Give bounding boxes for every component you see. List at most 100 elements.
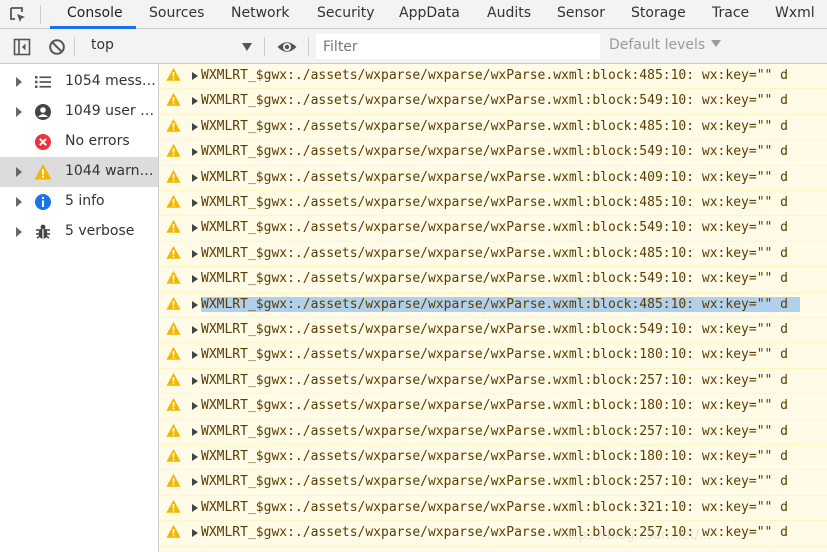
warning-icon bbox=[166, 67, 181, 81]
expand-caret-icon[interactable] bbox=[16, 107, 22, 117]
eye-icon[interactable] bbox=[276, 37, 298, 57]
expand-caret-icon[interactable] bbox=[192, 275, 198, 284]
expand-caret-icon[interactable] bbox=[192, 376, 198, 385]
tab-security[interactable]: Security bbox=[317, 0, 375, 29]
expand-caret-icon[interactable] bbox=[192, 326, 198, 334]
log-row[interactable]: WXMLRT_$gwx:./assets/wxparse/wxparse/wxP… bbox=[159, 242, 827, 268]
console-log[interactable]: WXMLRT_$gwx:./assets/wxparse/wxparse/wxP… bbox=[159, 64, 827, 552]
sidebar-item-user[interactable]: 1049 user m... bbox=[0, 97, 158, 127]
log-row[interactable]: WXMLRT_$gwx:./assets/wxparse/wxparse/wxP… bbox=[159, 64, 827, 90]
expand-caret-icon[interactable] bbox=[192, 199, 198, 207]
warning-icon bbox=[166, 423, 181, 437]
sidebar-item-warning[interactable]: 1044 warnin... bbox=[0, 157, 158, 187]
error-icon bbox=[34, 133, 52, 151]
expand-caret-icon[interactable] bbox=[16, 197, 22, 207]
console-toolbar: top Default levels bbox=[0, 29, 827, 64]
tab-wxml[interactable]: Wxml bbox=[775, 0, 815, 29]
tab-sources[interactable]: Sources bbox=[149, 0, 204, 29]
log-message: WXMLRT_$gwx:./assets/wxparse/wxparse/wxP… bbox=[201, 449, 788, 464]
sidebar-item-label: 5 info bbox=[65, 193, 105, 209]
tab-trace[interactable]: Trace bbox=[712, 0, 749, 29]
expand-caret-icon[interactable] bbox=[16, 77, 22, 87]
expand-caret-icon[interactable] bbox=[192, 72, 198, 80]
log-row[interactable]: WXMLRT_$gwx:./assets/wxparse/wxparse/wxP… bbox=[159, 191, 827, 217]
log-message: WXMLRT_$gwx:./assets/wxparse/wxparse/wxP… bbox=[201, 220, 788, 236]
tab-console[interactable]: Console bbox=[67, 0, 123, 29]
info-icon bbox=[34, 193, 52, 211]
log-row[interactable]: WXMLRT_$gwx:./assets/wxparse/wxparse/wxP… bbox=[159, 369, 827, 395]
log-levels-dropdown[interactable]: Default levels bbox=[609, 37, 722, 53]
sidebar-item-label: 5 verbose bbox=[65, 223, 135, 239]
log-message: WXMLRT_$gwx:./assets/wxparse/wxparse/wxP… bbox=[201, 271, 788, 287]
sidebar-toggle-icon[interactable] bbox=[12, 37, 32, 57]
log-message: WXMLRT_$gwx:./assets/wxparse/wxparse/wxP… bbox=[201, 144, 788, 160]
log-row[interactable]: WXMLRT_$gwx:./assets/wxparse/wxparse/wxP… bbox=[159, 293, 827, 318]
log-row[interactable]: WXMLRT_$gwx:./assets/wxparse/wxparse/wxP… bbox=[159, 140, 827, 166]
bug-icon bbox=[34, 223, 52, 241]
expand-caret-icon[interactable] bbox=[16, 167, 22, 177]
sidebar-item-error[interactable]: No errors bbox=[0, 127, 158, 157]
log-message: WXMLRT_$gwx:./assets/wxparse/wxparse/wxP… bbox=[201, 93, 788, 109]
log-row[interactable]: WXMLRT_$gwx:./assets/wxparse/wxparse/wxP… bbox=[159, 267, 827, 293]
sidebar-item-bug[interactable]: 5 verbose bbox=[0, 217, 158, 247]
warning-icon bbox=[166, 245, 181, 259]
log-row[interactable]: WXMLRT_$gwx:./assets/wxparse/wxparse/wxP… bbox=[159, 166, 827, 191]
tab-sensor[interactable]: Sensor bbox=[557, 0, 605, 29]
expand-caret-icon[interactable] bbox=[192, 148, 198, 157]
expand-caret-icon[interactable] bbox=[192, 453, 198, 461]
tab-network[interactable]: Network bbox=[231, 0, 289, 29]
devtools-tab-bar: Console Sources Network Security AppData Audi… bbox=[0, 0, 827, 29]
log-row[interactable]: WXMLRT_$gwx:./assets/wxparse/wxparse/wxP… bbox=[159, 343, 827, 369]
warning-icon bbox=[166, 169, 181, 183]
log-row[interactable]: WXMLRT_$gwx:./assets/wxparse/wxparse/wxP… bbox=[159, 470, 827, 496]
context-selector[interactable]: top bbox=[82, 33, 258, 60]
log-row[interactable]: WXMLRT_$gwx:./assets/wxparse/wxparse/wxP… bbox=[159, 445, 827, 471]
expand-caret-icon[interactable] bbox=[192, 427, 198, 436]
warning-icon bbox=[166, 448, 181, 462]
warning-icon bbox=[166, 296, 181, 310]
clear-console-icon[interactable] bbox=[47, 37, 67, 57]
toolbar-separator bbox=[74, 37, 75, 56]
sidebar-item-info[interactable]: 5 info bbox=[0, 187, 158, 217]
log-row[interactable]: WXMLRT_$gwx:./assets/wxparse/wxparse/wxP… bbox=[159, 89, 827, 115]
log-row[interactable]: WXMLRT_$gwx:./assets/wxparse/wxparse/wxP… bbox=[159, 216, 827, 242]
tab-appdata[interactable]: AppData bbox=[399, 0, 460, 29]
log-message: WXMLRT_$gwx:./assets/wxparse/wxparse/wxP… bbox=[201, 296, 800, 312]
expand-caret-icon[interactable] bbox=[192, 224, 198, 233]
expand-caret-icon[interactable] bbox=[192, 122, 198, 131]
expand-caret-icon[interactable] bbox=[192, 97, 198, 106]
expand-caret-icon[interactable] bbox=[192, 478, 198, 487]
tab-storage[interactable]: Storage bbox=[631, 0, 686, 29]
log-row[interactable]: WXMLRT_$gwx:./assets/wxparse/wxparse/wxP… bbox=[159, 496, 827, 522]
warning-icon bbox=[166, 499, 181, 513]
log-row[interactable]: WXMLRT_$gwx:./assets/wxparse/wxparse/wxP… bbox=[159, 420, 827, 445]
warning-icon bbox=[166, 144, 181, 157]
tab-audits[interactable]: Audits bbox=[487, 0, 531, 29]
expand-caret-icon[interactable] bbox=[16, 227, 22, 237]
expand-caret-icon[interactable] bbox=[192, 249, 198, 258]
toolbar-separator bbox=[264, 37, 265, 56]
log-message: WXMLRT_$gwx:./assets/wxparse/wxparse/wxP… bbox=[201, 169, 788, 185]
expand-caret-icon[interactable] bbox=[192, 503, 198, 512]
inspect-element-icon[interactable] bbox=[8, 5, 28, 25]
expand-caret-icon[interactable] bbox=[192, 300, 198, 309]
expand-caret-icon[interactable] bbox=[192, 402, 198, 411]
log-message: WXMLRT_$gwx:./assets/wxparse/wxparse/wxP… bbox=[201, 322, 788, 337]
sidebar-item-label: 1044 warnin... bbox=[65, 163, 157, 179]
expand-caret-icon[interactable] bbox=[192, 351, 198, 360]
expand-caret-icon[interactable] bbox=[192, 173, 198, 182]
sidebar-item-list[interactable]: 1054 messa... bbox=[0, 67, 158, 97]
toolbar-separator bbox=[308, 37, 309, 56]
warning-icon bbox=[166, 220, 181, 234]
log-row[interactable]: WXMLRT_$gwx:./assets/wxparse/wxparse/wxP… bbox=[159, 318, 827, 344]
warning-icon bbox=[166, 474, 181, 488]
expand-caret-icon[interactable] bbox=[192, 529, 198, 538]
warning-icon bbox=[166, 347, 181, 361]
log-row[interactable]: WXMLRT_$gwx:./assets/wxparse/wxparse/wxP… bbox=[159, 521, 827, 547]
log-row[interactable]: WXMLRT_$gwx:./assets/wxparse/wxparse/wxP… bbox=[159, 115, 827, 141]
log-message: WXMLRT_$gwx:./assets/wxparse/wxparse/wxP… bbox=[201, 398, 788, 414]
filter-input[interactable] bbox=[316, 34, 600, 59]
warning-icon bbox=[166, 271, 181, 284]
log-row[interactable]: WXMLRT_$gwx:./assets/wxparse/wxparse/wxP… bbox=[159, 394, 827, 420]
warning-icon bbox=[166, 194, 181, 208]
